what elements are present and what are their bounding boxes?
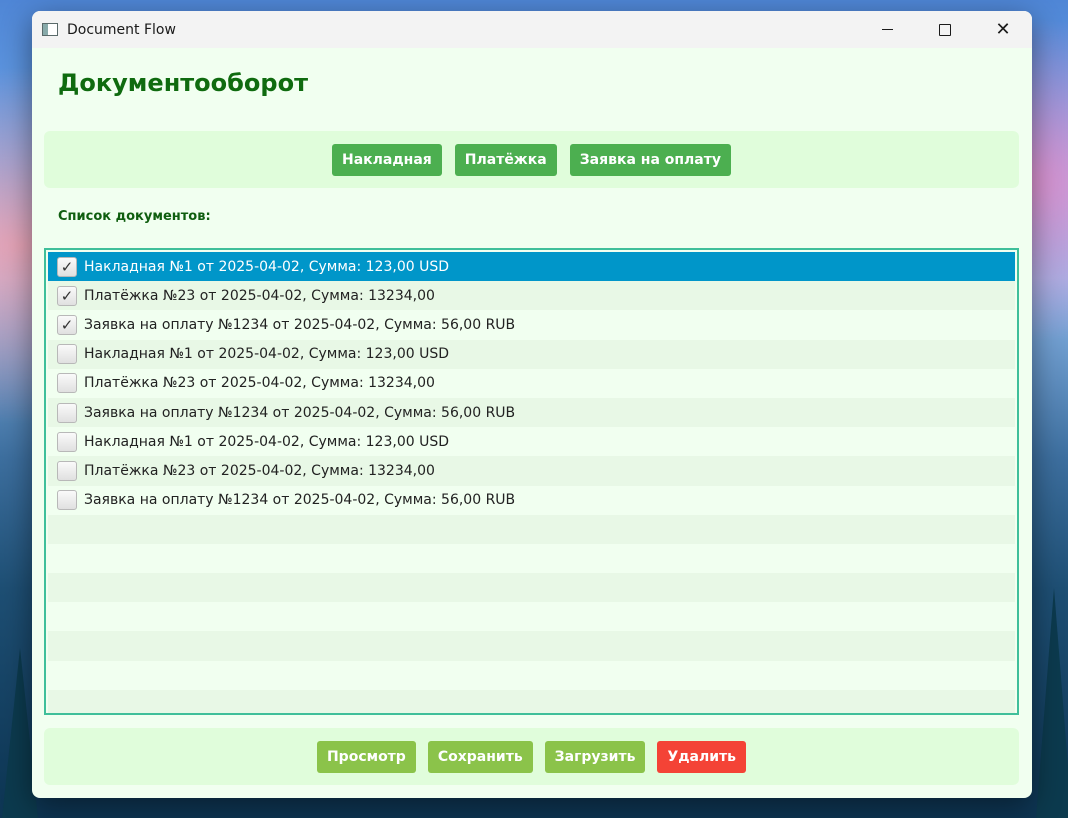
document-text: Накладная №1 от 2025-04-02, Сумма: 123,0… (84, 433, 450, 450)
minimize-icon (881, 29, 893, 30)
document-text: Платёжка №23 от 2025-04-02, Сумма: 13234… (84, 287, 435, 304)
app-icon (42, 23, 58, 36)
invoice-button[interactable]: Накладная (331, 143, 442, 176)
empty-row (48, 543, 1015, 574)
delete-button[interactable]: Удалить (657, 740, 747, 773)
document-row[interactable]: Платёжка №23 от 2025-04-02, Сумма: 13234… (48, 368, 1015, 398)
close-button[interactable]: ✕ (974, 11, 1032, 48)
document-checkbox[interactable]: ✓ (57, 256, 77, 277)
document-checkbox[interactable]: ✓ (57, 314, 77, 335)
empty-row (48, 514, 1015, 544)
document-row[interactable]: ✓ Платёжка №23 от 2025-04-02, Сумма: 1323… (48, 281, 1015, 311)
document-row[interactable]: ✓ Накладная №1 от 2025-04-02, Сумма: 123,… (48, 252, 1015, 282)
close-icon: ✕ (995, 19, 1011, 40)
page-title: Документооборот (58, 69, 308, 97)
empty-row (48, 689, 1015, 713)
empty-row (48, 573, 1015, 603)
document-checkbox[interactable] (57, 344, 77, 365)
window-title: Document Flow (67, 21, 176, 38)
action-toolbar: Просмотр Сохранить Загрузить Удалить (44, 728, 1019, 785)
minimize-button[interactable] (858, 11, 916, 48)
document-checkbox[interactable]: ✓ (57, 285, 77, 306)
document-row[interactable]: Платёжка №23 от 2025-04-02, Сумма: 13234… (48, 456, 1015, 486)
title-bar[interactable]: Document Flow ✕ (32, 11, 1032, 48)
create-toolbar: Накладная Платёжка Заявка на оплату (44, 131, 1019, 188)
empty-row (48, 660, 1015, 690)
document-text: Заявка на оплату №1234 от 2025-04-02, Су… (84, 316, 516, 333)
document-row[interactable]: Заявка на оплату №1234 от 2025-04-02, Су… (48, 397, 1015, 428)
document-row[interactable]: Заявка на оплату №1234 от 2025-04-02, Су… (48, 485, 1015, 515)
maximize-button[interactable] (916, 11, 974, 48)
maximize-icon (939, 23, 951, 36)
document-text: Заявка на оплату №1234 от 2025-04-02, Су… (84, 404, 516, 421)
document-row[interactable]: Накладная №1 от 2025-04-02, Сумма: 123,0… (48, 339, 1015, 369)
document-text: Заявка на оплату №1234 от 2025-04-02, Су… (84, 492, 516, 509)
document-checkbox[interactable] (57, 402, 77, 423)
empty-row (48, 602, 1015, 632)
document-text: Накладная №1 от 2025-04-02, Сумма: 123,0… (84, 346, 450, 363)
document-list[interactable]: ✓ Накладная №1 от 2025-04-02, Сумма: 123,… (44, 248, 1019, 715)
empty-row (48, 631, 1015, 661)
document-checkbox[interactable] (57, 490, 77, 511)
document-text: Платёжка №23 от 2025-04-02, Сумма: 13234… (84, 375, 435, 392)
checkmark-icon: ✓ (60, 257, 74, 276)
document-text: Платёжка №23 от 2025-04-02, Сумма: 13234… (84, 462, 435, 479)
document-text: Накладная №1 от 2025-04-02, Сумма: 123,0… (84, 258, 450, 275)
document-checkbox[interactable] (57, 431, 77, 452)
document-row[interactable]: ✓ Заявка на оплату №1234 от 2025-04-02, С… (48, 310, 1015, 340)
checkmark-icon: ✓ (60, 286, 74, 305)
checkmark-icon: ✓ (60, 315, 74, 334)
payment-request-button[interactable]: Заявка на оплату (569, 143, 731, 176)
document-checkbox[interactable] (57, 373, 77, 394)
document-list-label: Список документов: (58, 209, 211, 224)
document-checkbox[interactable] (57, 460, 77, 481)
save-button[interactable]: Сохранить (427, 740, 533, 773)
payment-button[interactable]: Платёжка (454, 143, 557, 176)
load-button[interactable]: Загрузить (544, 740, 646, 773)
desktop-tree (1036, 588, 1068, 818)
app-window: Document Flow ✕ Документооборот Накладна… (32, 11, 1032, 798)
view-button[interactable]: Просмотр (316, 740, 416, 773)
document-row[interactable]: Накладная №1 от 2025-04-02, Сумма: 123,0… (48, 427, 1015, 457)
